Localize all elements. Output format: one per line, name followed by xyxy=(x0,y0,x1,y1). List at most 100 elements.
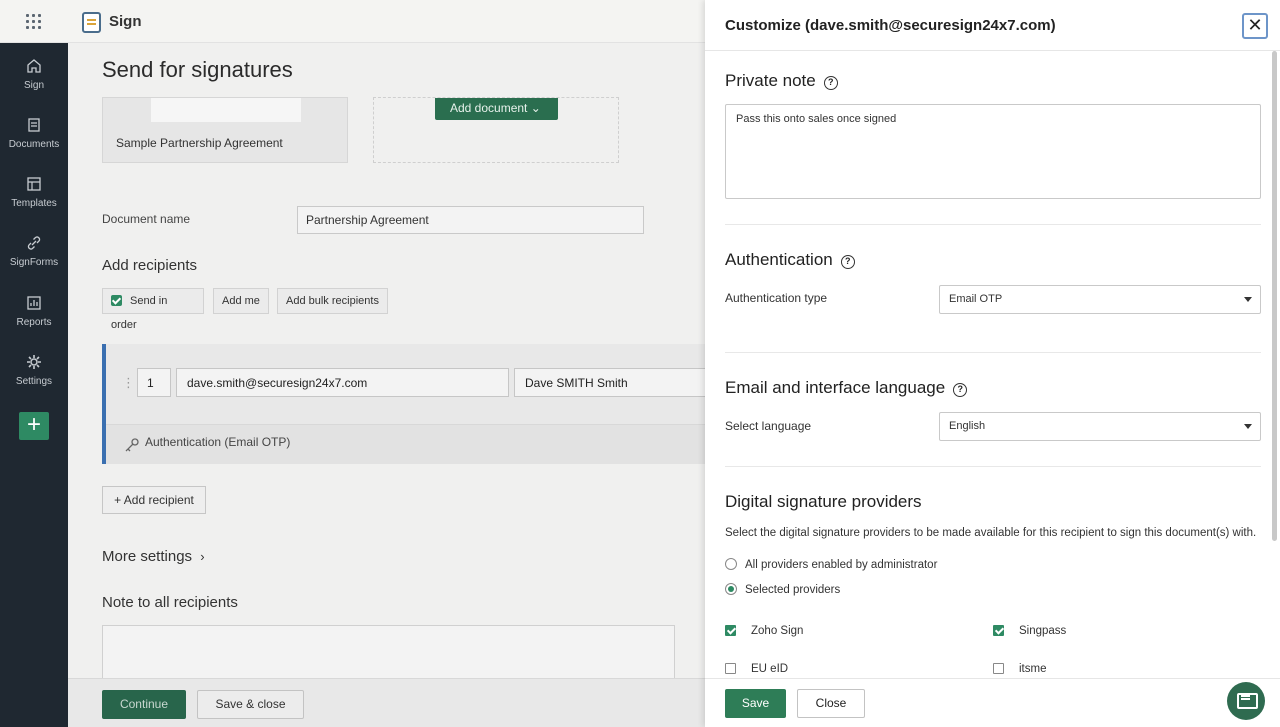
divider xyxy=(725,224,1261,225)
sign-logo-icon xyxy=(82,12,101,33)
signing-order-input[interactable]: 1 xyxy=(137,368,171,397)
radio-all-providers[interactable]: All providers enabled by administrator xyxy=(725,558,937,571)
help-icon[interactable]: ? xyxy=(823,76,838,90)
close-icon[interactable]: ✕ xyxy=(1242,13,1268,39)
language-select[interactable]: English xyxy=(939,412,1261,441)
provider-eu-eid[interactable]: EU eID xyxy=(725,663,788,675)
save-button[interactable]: Save xyxy=(725,689,786,718)
send-in-order-checkbox[interactable]: Send in order xyxy=(102,288,204,331)
providers-heading: Digital signature providers xyxy=(725,492,922,511)
private-note-heading: Private note? xyxy=(725,71,838,91)
main-footer: Continue Save & close xyxy=(68,678,705,727)
create-new-button[interactable]: + xyxy=(19,412,49,440)
sidebar-item-templates[interactable]: Templates xyxy=(0,176,68,209)
panel-header: Customize (dave.smith@securesign24x7.com… xyxy=(705,0,1280,51)
checkbox-unchecked-icon xyxy=(725,663,736,674)
templates-icon xyxy=(27,177,41,191)
customize-panel: Customize (dave.smith@securesign24x7.com… xyxy=(705,0,1280,727)
radio-all-label: All providers enabled by administrator xyxy=(745,559,938,571)
provider-itsme[interactable]: itsme xyxy=(993,663,1046,675)
recipient-name-input[interactable]: Dave SMITH Smith xyxy=(514,368,705,397)
language-value: English xyxy=(949,420,986,432)
add-document-label: Add document xyxy=(450,101,528,115)
add-bulk-recipients-button[interactable]: Add bulk recipients xyxy=(277,288,388,314)
caret-down-icon xyxy=(1244,424,1252,429)
home-icon xyxy=(27,59,41,73)
sidebar-item-label: Sign xyxy=(23,80,44,91)
radio-selected-providers[interactable]: Selected providers xyxy=(725,583,840,596)
sidebar-item-settings[interactable]: Settings xyxy=(0,354,68,387)
more-settings-label: More settings xyxy=(102,548,193,565)
auth-type-label: Authentication type xyxy=(725,291,828,305)
language-heading-text: Email and interface language xyxy=(725,378,946,397)
documents-icon xyxy=(28,118,40,132)
chevron-right-icon: › xyxy=(200,549,205,564)
panel-scrollbar[interactable] xyxy=(1272,51,1277,541)
sidebar-item-signforms[interactable]: SignForms xyxy=(0,235,68,268)
more-settings-link[interactable]: More settings › xyxy=(102,548,205,565)
recipient-auth-text: Authentication (Email OTP) xyxy=(145,435,291,449)
app-launcher-icon[interactable] xyxy=(26,14,41,29)
auth-type-value: Email OTP xyxy=(949,293,1003,305)
key-icon xyxy=(125,438,139,452)
checkbox-checked-icon xyxy=(111,295,122,306)
caret-down-icon xyxy=(1244,297,1252,302)
providers-description: Select the digital signature providers t… xyxy=(725,527,1257,539)
sidebar-item-label: Settings xyxy=(15,376,53,387)
authentication-heading-text: Authentication xyxy=(725,250,833,269)
authentication-heading: Authentication? xyxy=(725,250,855,270)
add-recipient-button[interactable]: + Add recipient xyxy=(102,486,206,514)
panel-footer: Save Close xyxy=(705,678,1280,727)
document-name-label: Document name xyxy=(102,212,191,226)
add-document-button[interactable]: Add document ⌄ xyxy=(435,98,558,120)
drag-handle-icon[interactable] xyxy=(122,374,130,392)
link-icon xyxy=(27,236,41,250)
divider xyxy=(725,352,1261,353)
provider-label: itsme xyxy=(1019,663,1047,675)
reports-icon xyxy=(27,296,41,310)
sidebar-item-label: Reports xyxy=(16,317,52,328)
save-and-close-button[interactable]: Save & close xyxy=(197,690,304,719)
radio-selected-icon xyxy=(725,583,737,595)
help-icon[interactable]: ? xyxy=(953,383,968,397)
document-thumbnail xyxy=(151,98,301,122)
add-recipients-heading: Add recipients xyxy=(102,257,198,274)
checkbox-checked-icon xyxy=(993,625,1004,636)
add-me-button[interactable]: Add me xyxy=(213,288,269,314)
app-name: Sign xyxy=(109,13,142,30)
help-icon[interactable]: ? xyxy=(840,255,855,269)
auth-type-select[interactable]: Email OTP xyxy=(939,285,1261,314)
sidebar-item-sign[interactable]: Sign xyxy=(0,58,68,91)
recipient-auth-row: Authentication (Email OTP) xyxy=(106,424,705,464)
sidebar-item-documents[interactable]: Documents xyxy=(0,117,68,150)
checkbox-checked-icon xyxy=(725,625,736,636)
document-name-input[interactable]: Partnership Agreement xyxy=(297,206,644,234)
document-card[interactable]: Sample Partnership Agreement xyxy=(102,97,348,163)
add-document-area: Add document ⌄ xyxy=(373,97,619,163)
close-button[interactable]: Close xyxy=(797,689,865,718)
continue-button[interactable]: Continue xyxy=(102,690,186,719)
sidebar-item-label: Templates xyxy=(11,198,57,209)
radio-selected-label: Selected providers xyxy=(745,584,841,596)
main-content: Send for signatures Sample Partnership A… xyxy=(68,43,705,727)
sidebar-item-label: Documents xyxy=(8,139,60,150)
recipient-email-input[interactable]: dave.smith@securesign24x7.com xyxy=(176,368,509,397)
provider-label: Zoho Sign xyxy=(751,625,804,637)
document-card-name: Sample Partnership Agreement xyxy=(116,136,283,150)
checkbox-unchecked-icon xyxy=(993,663,1004,674)
sidebar-item-reports[interactable]: Reports xyxy=(0,295,68,328)
provider-label: Singpass xyxy=(1019,625,1067,637)
page-title: Send for signatures xyxy=(102,57,293,82)
provider-zoho-sign[interactable]: Zoho Sign xyxy=(725,625,803,637)
recipient-row: 1 dave.smith@securesign24x7.com Dave SMI… xyxy=(102,344,705,464)
chat-icon[interactable] xyxy=(1227,682,1265,720)
divider xyxy=(725,466,1261,467)
sidebar-item-label: SignForms xyxy=(9,257,59,268)
panel-title: Customize (dave.smith@securesign24x7.com… xyxy=(725,17,1056,34)
provider-label: EU eID xyxy=(751,663,789,675)
private-note-textarea[interactable]: Pass this onto sales once signed xyxy=(725,104,1261,199)
provider-singpass[interactable]: Singpass xyxy=(993,625,1066,637)
language-label: Select language xyxy=(725,419,812,433)
chevron-down-icon: ⌄ xyxy=(530,101,541,115)
note-to-all-heading: Note to all recipients xyxy=(102,594,238,611)
